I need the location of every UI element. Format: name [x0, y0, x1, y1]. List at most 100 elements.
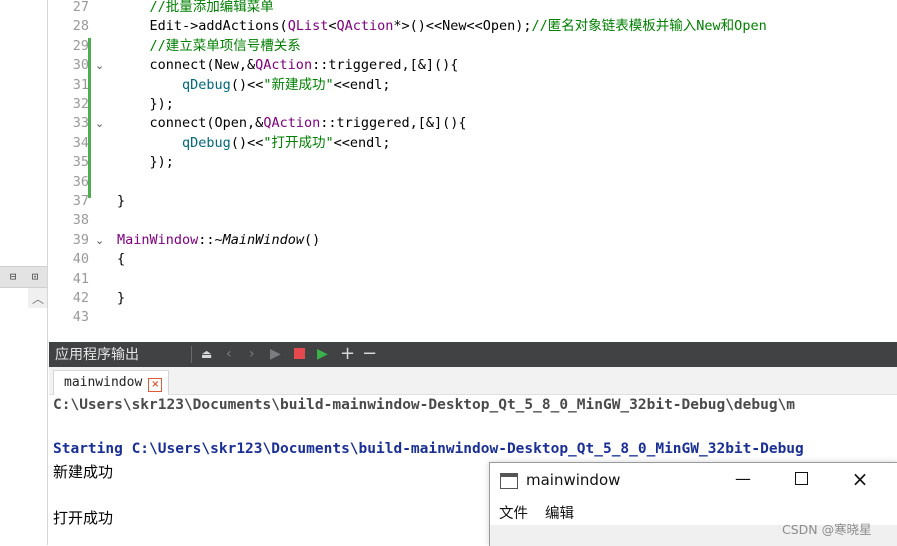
code-line: 42} — [49, 289, 897, 308]
code-line: 41 — [49, 270, 897, 289]
code-text: { — [117, 250, 125, 269]
code-line: 37} — [49, 192, 897, 211]
maximize-button[interactable] — [786, 467, 816, 491]
line-number: 41 — [72, 270, 89, 287]
code-text: connect(New,&QAction::triggered,[&](){ — [117, 56, 459, 75]
left-panel-content — [0, 288, 27, 545]
code-token: QAction — [263, 115, 321, 132]
window-title: mainwindow — [526, 471, 621, 489]
code-token: <<endl; — [333, 134, 391, 151]
code-token: QList — [287, 18, 329, 35]
line-number: 28 — [72, 18, 89, 35]
line-number: 42 — [72, 290, 89, 306]
code-line: 39 ⌄ MainWindow::~MainWindow() — [49, 231, 897, 250]
header-separator — [191, 346, 192, 363]
line-number: 31 — [72, 76, 89, 93]
code-text: MainWindow::~MainWindow() — [117, 231, 320, 250]
code-token: { — [117, 251, 126, 268]
code-line: 29 //建立菜单项信号槽关系 — [49, 37, 897, 56]
code-token: ::triggered,[&](){ — [312, 57, 459, 74]
code-token: //匿名对象链表模板并输入New和Open — [531, 18, 767, 35]
code-line: 40 { — [49, 250, 897, 269]
code-text: } — [117, 289, 125, 308]
code-text: } — [117, 192, 125, 211]
line-number: 39 — [72, 231, 89, 248]
line-number: 36 — [72, 173, 89, 190]
code-token: connect(Open,& — [117, 115, 264, 132]
attach-debugger-icon[interactable]: ▶ — [317, 344, 328, 364]
code-token: qDebug — [182, 76, 231, 93]
line-number: 32 — [72, 96, 89, 112]
output-line: Starting C:\Users\skr123\Documents\build… — [53, 441, 804, 457]
code-line: 27 //批量添加编辑菜单 — [49, 0, 897, 17]
code-line: 32 }); — [49, 95, 897, 114]
left-side-panel: ⊟ ⊡ ︿ — [0, 0, 48, 545]
line-number: 43 — [72, 309, 89, 326]
code-token: MainWindow — [117, 231, 199, 248]
code-token: } — [117, 193, 126, 209]
output-line: 打开成功 — [53, 509, 114, 527]
code-token: QAction — [255, 57, 313, 74]
watermark: CSDN @寒晓星 — [782, 522, 872, 537]
code-line: 38 — [49, 211, 897, 230]
split-view-icon[interactable]: ⊟ — [4, 269, 22, 285]
menu-edit[interactable]: 编辑 — [545, 502, 574, 523]
output-tab-bar: mainwindow × — [49, 367, 897, 395]
code-line: 34 qDebug()<<"打开成功"<<endl; — [49, 134, 897, 153]
code-token: () — [303, 231, 321, 248]
code-text: }); — [117, 153, 174, 172]
code-token: qDebug — [182, 134, 231, 151]
code-token: ()<< — [230, 134, 264, 151]
zoom-out-icon[interactable]: − — [362, 344, 377, 364]
code-line: 36 — [49, 173, 897, 192]
code-line: 31 qDebug()<<"新建成功"<<endl; — [49, 76, 897, 95]
zoom-in-icon[interactable]: + — [340, 344, 355, 364]
output-panel-header: 应用程序输出 ⏏ ‹ › ▶ ▶ + − — [49, 342, 897, 367]
output-tab-mainwindow[interactable]: mainwindow × — [53, 370, 170, 395]
code-token: *>()<<New<<Open); — [393, 18, 532, 35]
code-token: QAction — [336, 18, 394, 35]
clean-output-icon[interactable]: ⏏ — [201, 344, 212, 364]
code-token: <<endl; — [333, 76, 391, 93]
close-button[interactable]: × — [845, 467, 875, 491]
line-number: 33 — [72, 115, 89, 132]
code-text: }); — [117, 95, 174, 114]
code-line: 33 ⌄ connect(Open,&QAction::triggered,[&]… — [49, 114, 897, 133]
code-editor[interactable]: 27 //批量添加编辑菜单 28 Edit->addActions(QList<Q… — [49, 0, 897, 342]
code-text: //批量添加编辑菜单 — [117, 0, 274, 17]
line-number: 37 — [72, 193, 89, 209]
line-number: 40 — [72, 251, 89, 268]
output-tab-label: mainwindow — [64, 375, 143, 390]
minimize-button[interactable]: — — [728, 467, 758, 491]
collapse-panel-icon[interactable]: ⊡ — [26, 269, 44, 285]
code-text: Edit->addActions(QList<QAction*>()<<New<… — [117, 17, 767, 36]
fold-arrow-icon[interactable]: ⌄ — [95, 56, 104, 75]
code-token: } — [117, 290, 126, 306]
close-icon[interactable]: × — [148, 378, 163, 392]
code-token: }); — [117, 154, 174, 171]
code-line: 35 }); — [49, 153, 897, 172]
rerun-icon[interactable]: ▶ — [270, 344, 281, 364]
line-number: 38 — [72, 212, 89, 229]
next-item-icon[interactable]: › — [249, 344, 255, 364]
fold-arrow-icon[interactable]: ⌄ — [95, 114, 104, 133]
menu-file[interactable]: 文件 — [499, 502, 528, 523]
code-text: qDebug()<<"新建成功"<<endl; — [117, 76, 391, 95]
code-token: ::~ — [198, 231, 223, 248]
left-panel-divider — [47, 0, 48, 545]
stop-icon[interactable] — [294, 344, 305, 364]
code-token: Edit->addActions( — [117, 18, 288, 35]
left-scroll-up-button[interactable]: ︿ — [28, 288, 47, 308]
code-token: //建立菜单项信号槽关系 — [149, 37, 301, 54]
code-token: ::triggered,[&](){ — [320, 115, 467, 132]
fold-arrow-icon[interactable]: ⌄ — [95, 231, 104, 250]
line-number: 30 — [72, 57, 89, 74]
previous-item-icon[interactable]: ‹ — [226, 344, 232, 364]
code-text: qDebug()<<"打开成功"<<endl; — [117, 134, 391, 153]
code-token: //批量添加编辑菜单 — [149, 0, 274, 15]
app-window-icon — [500, 473, 518, 489]
